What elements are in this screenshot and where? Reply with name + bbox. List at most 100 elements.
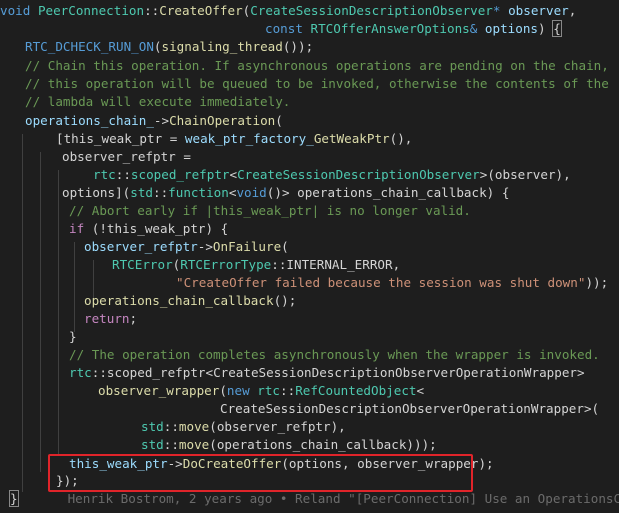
code-line-11[interactable]: options](std::function<void()> operation… bbox=[62, 184, 509, 202]
comment: // Chain this operation. If asynchronous… bbox=[25, 58, 609, 73]
token: , bbox=[568, 3, 577, 18]
token: scoped_refptr bbox=[130, 167, 230, 182]
token: new bbox=[226, 383, 250, 398]
matched-brace: { bbox=[552, 20, 562, 37]
token: function bbox=[168, 185, 229, 200]
comment: // this operation will be queued to be i… bbox=[25, 76, 609, 91]
code-line-20[interactable]: // The operation completes asynchronousl… bbox=[69, 346, 600, 364]
token: RTCOfferAnswerOptions bbox=[310, 21, 470, 36]
indent-guide bbox=[40, 152, 41, 472]
token: rtc bbox=[93, 167, 116, 182]
token: operations_chain_ bbox=[25, 113, 154, 128]
token: CreateOffer bbox=[159, 3, 243, 18]
token: ()> operations_chain_callback) { bbox=[266, 185, 510, 200]
code-line-21[interactable]: rtc::scoped_refptr<CreateSessionDescript… bbox=[69, 364, 585, 382]
code-line-17[interactable]: operations_chain_callback(); bbox=[84, 292, 296, 310]
token: :: bbox=[153, 185, 169, 200]
git-blame-annotation: Henrik Bostrom, 2 years ago • Reland "[P… bbox=[67, 491, 619, 506]
comment: // lambda will execute immediately. bbox=[25, 94, 291, 109]
code-line-22[interactable]: observer_wrapper(new rtc::RefCountedObje… bbox=[98, 382, 424, 400]
code-line-15[interactable]: RTCError(RTCErrorType::INTERNAL_ERROR, bbox=[112, 256, 400, 274]
code-line-2[interactable]: const RTCOfferAnswerOptions& options) { bbox=[265, 20, 562, 38]
token: :: bbox=[280, 383, 296, 398]
token: std bbox=[141, 437, 164, 452]
token: } bbox=[69, 329, 77, 344]
token: rtc bbox=[249, 383, 281, 398]
code-line-12[interactable]: // Abort early if |this_weak_ptr| is no … bbox=[69, 202, 471, 220]
token: observer_wrapper bbox=[98, 383, 220, 398]
token: ()); bbox=[282, 39, 314, 54]
code-line-23[interactable]: CreateSessionDescriptionObserverOperatio… bbox=[220, 400, 599, 418]
token: < bbox=[229, 167, 238, 182]
token: observer_refptr bbox=[62, 149, 184, 164]
code-line-1[interactable]: void PeerConnection::CreateOffer(CreateS… bbox=[0, 2, 576, 20]
token: operations_chain_callback bbox=[84, 293, 274, 308]
token: * bbox=[492, 3, 501, 18]
token: >(observer), bbox=[479, 167, 571, 182]
comment: // Abort early if |this_weak_ptr| is no … bbox=[69, 203, 471, 218]
highlight-box bbox=[48, 454, 473, 492]
code-line-10[interactable]: rtc::scoped_refptr<CreateSessionDescript… bbox=[93, 166, 571, 184]
code-line-13[interactable]: if (!this_weak_ptr) { bbox=[69, 220, 228, 238]
indent-guide bbox=[58, 170, 59, 454]
token: (observer_refptr), bbox=[209, 419, 346, 434]
token: move bbox=[178, 437, 210, 452]
token: if bbox=[69, 221, 85, 236]
token: )); bbox=[585, 275, 609, 290]
code-editor[interactable]: void PeerConnection::CreateOffer(CreateS… bbox=[0, 0, 619, 513]
token: std bbox=[130, 185, 153, 200]
code-line-14[interactable]: observer_refptr->OnFailure( bbox=[84, 238, 289, 256]
code-line-4[interactable]: // Chain this operation. If asynchronous… bbox=[25, 57, 609, 75]
code-line-3[interactable]: RTC_DCHECK_RUN_ON(signaling_thread()); bbox=[25, 38, 313, 56]
comment: // The operation completes asynchronousl… bbox=[69, 347, 600, 362]
token: ChainOperation bbox=[169, 113, 276, 128]
token: const bbox=[265, 21, 303, 36]
string-literal: "CreateOffer failed because the session … bbox=[176, 275, 586, 290]
token: < bbox=[416, 383, 425, 398]
token: ( bbox=[281, 239, 289, 254]
token: rtc bbox=[69, 365, 92, 380]
code-line-25[interactable]: std::move(operations_chain_callback))); bbox=[141, 436, 437, 454]
token: return bbox=[84, 311, 130, 326]
token: RTC_DCHECK_RUN_ON bbox=[25, 39, 154, 54]
token: (!this_weak_ptr) { bbox=[84, 221, 229, 236]
code-line-24[interactable]: std::move(observer_refptr), bbox=[141, 418, 346, 436]
token: ::INTERNAL_ERROR, bbox=[271, 257, 401, 272]
token: void bbox=[236, 185, 267, 200]
token: ( bbox=[153, 39, 162, 54]
token: PeerConnection bbox=[37, 3, 145, 18]
token: :: bbox=[144, 3, 160, 18]
token: -> bbox=[197, 239, 213, 254]
token: ::scoped_refptr<CreateSessionDescription… bbox=[91, 365, 585, 380]
token: = bbox=[183, 149, 191, 164]
token: observer bbox=[500, 3, 569, 18]
code-line-9[interactable]: observer_refptr = bbox=[62, 148, 191, 166]
indent-guide bbox=[22, 134, 23, 492]
token: observer_refptr bbox=[84, 239, 198, 254]
code-line-18[interactable]: return; bbox=[84, 310, 137, 328]
token: CreateSessionDescriptionObserver bbox=[237, 167, 480, 182]
indent-guide bbox=[74, 242, 75, 332]
token: signaling_thread bbox=[161, 39, 283, 54]
token: ( bbox=[219, 383, 227, 398]
token: CreateSessionDescriptionObserverOperatio… bbox=[220, 401, 600, 416]
token: RTCErrorType bbox=[180, 257, 272, 272]
code-line-8[interactable]: [this_weak_ptr = weak_ptr_factory_GetWea… bbox=[56, 130, 412, 148]
token: GetWeakPtr bbox=[313, 131, 390, 146]
token: :: bbox=[163, 437, 179, 452]
token: move bbox=[178, 419, 210, 434]
code-line-16[interactable]: "CreateOffer failed because the session … bbox=[176, 274, 608, 292]
code-line-19[interactable]: } bbox=[69, 328, 77, 346]
token: RTCError bbox=[112, 257, 173, 272]
token: ) bbox=[538, 21, 546, 36]
token: (), bbox=[389, 131, 413, 146]
token: options bbox=[477, 21, 539, 36]
code-line-7[interactable]: operations_chain_->ChainOperation( bbox=[25, 112, 283, 130]
token: RefCountedObject bbox=[295, 383, 417, 398]
token: :: bbox=[163, 419, 179, 434]
token: -> bbox=[153, 113, 170, 128]
code-line-5[interactable]: // this operation will be queued to be i… bbox=[25, 75, 609, 93]
code-line-28[interactable]: } Henrik Bostrom, 2 years ago • Reland "[… bbox=[9, 490, 619, 508]
token: ( bbox=[275, 113, 283, 128]
code-line-6[interactable]: // lambda will execute immediately. bbox=[25, 93, 290, 111]
